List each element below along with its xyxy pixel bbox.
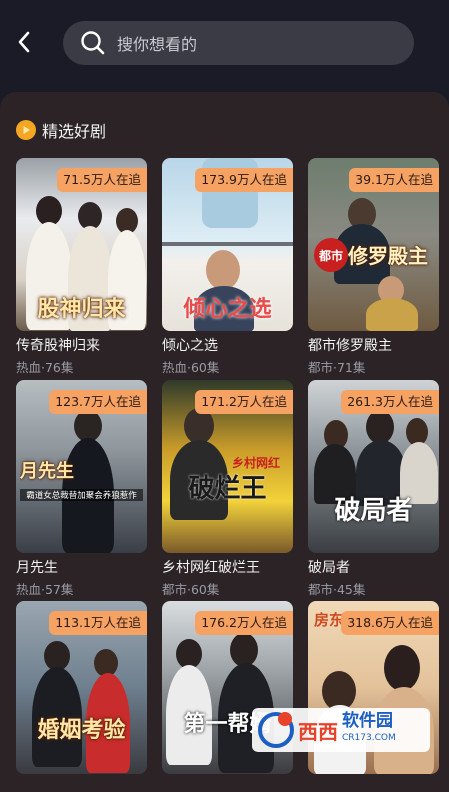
section-header: 精选好剧: [16, 118, 106, 142]
drama-meta: 热血·60集: [162, 360, 220, 375]
figure: [366, 298, 418, 331]
poster: 月先生 霸道女总裁替加聚会养狼惹作 123.7万人在追: [16, 380, 147, 553]
watching-count-badge: 123.7万人在追: [49, 390, 147, 414]
poster: 婚姻考验 113.1万人在追: [16, 601, 147, 774]
play-coin-icon: [16, 120, 36, 140]
figure: [384, 645, 420, 691]
poster-title: 婚姻考验: [37, 717, 126, 743]
watermark-domain: CR173.COM: [342, 733, 396, 743]
figure: [206, 250, 240, 290]
poster: 173.9万人在追 倾心之选: [162, 158, 293, 331]
watching-count-badge: 176.2万人在追: [195, 611, 293, 635]
poster-tag: 房东: [314, 611, 345, 629]
watching-count-badge: 71.5万人在追: [57, 168, 147, 192]
watching-count-badge: 173.9万人在追: [195, 168, 293, 192]
watching-count-badge: 261.3万人在追: [341, 390, 439, 414]
watermark-site: 软件园 CR173.COM: [342, 713, 396, 747]
drama-title: 传奇股神归来: [16, 338, 100, 354]
drama-meta: 热血·57集: [16, 582, 74, 597]
drama-title: 都市修罗殿主: [308, 338, 392, 354]
drama-title: 月先生: [16, 560, 58, 576]
drama-card[interactable]: 婚姻考验 113.1万人在追: [16, 601, 147, 774]
poster: 破局者 261.3万人在追: [308, 380, 439, 553]
drama-card[interactable]: 月先生 霸道女总裁替加聚会养狼惹作 123.7万人在追 月先生 热血·57集: [16, 380, 147, 598]
chevron-left-icon: [18, 31, 30, 53]
watermark-site-name: 软件园: [342, 711, 393, 731]
watermark-logo: 西西 软件园 CR173.COM: [252, 708, 430, 752]
drama-card[interactable]: 71.5万人在追 股神归来 传奇股神归来 热血·76集: [16, 158, 147, 376]
drama-meta: 热血·76集: [16, 360, 74, 375]
watching-count-badge: 318.6万人在追: [341, 611, 439, 635]
site-logo-icon: [258, 712, 294, 748]
poster-title: 破局者: [334, 496, 413, 526]
watching-count-badge: 113.1万人在追: [49, 611, 147, 635]
poster-title: 破烂王: [188, 474, 267, 504]
drama-meta: 都市·45集: [308, 582, 366, 597]
top-bar: 搜你想看的: [0, 0, 449, 90]
poster-subtitle: 霸道女总裁替加聚会养狼惹作: [20, 489, 143, 501]
figure: [366, 410, 394, 444]
drama-card[interactable]: 破局者 261.3万人在追 破局者 都市·45集: [308, 380, 439, 598]
search-bar[interactable]: 搜你想看的: [63, 21, 414, 65]
poster-title: 月先生: [20, 461, 74, 482]
poster: 都市 39.1万人在追 修罗殿主: [308, 158, 439, 331]
drama-meta: 都市·60集: [162, 582, 220, 597]
search-placeholder: 搜你想看的: [117, 35, 198, 54]
drama-card[interactable]: 都市 39.1万人在追 修罗殿主 都市修罗殿主 都市·71集: [308, 158, 439, 376]
figure: [230, 633, 258, 667]
drama-title: 破局者: [308, 560, 350, 576]
poster: 71.5万人在追 股神归来: [16, 158, 147, 331]
watching-count-badge: 171.2万人在追: [195, 390, 293, 414]
poster-title: 修罗殿主: [348, 244, 428, 268]
back-button[interactable]: [10, 28, 38, 56]
drama-title: 乡村网红破烂王: [162, 560, 260, 576]
watching-count-badge: 39.1万人在追: [349, 168, 439, 192]
poster-title: 股神归来: [37, 296, 126, 322]
drama-card[interactable]: 乡村网红 破烂王 171.2万人在追 乡村网红破烂王 都市·60集: [162, 380, 293, 598]
poster-tag: 都市: [314, 238, 348, 272]
drama-card[interactable]: 173.9万人在追 倾心之选 倾心之选 热血·60集: [162, 158, 293, 376]
poster-title: 倾心之选: [183, 296, 272, 322]
drama-title: 倾心之选: [162, 338, 218, 354]
poster: 乡村网红 破烂王 171.2万人在追: [162, 380, 293, 553]
drama-meta: 都市·71集: [308, 360, 366, 375]
section-title: 精选好剧: [42, 122, 107, 141]
watermark-brand: 西西: [298, 719, 338, 744]
search-icon: [79, 29, 107, 57]
paper-tear: [162, 242, 293, 246]
